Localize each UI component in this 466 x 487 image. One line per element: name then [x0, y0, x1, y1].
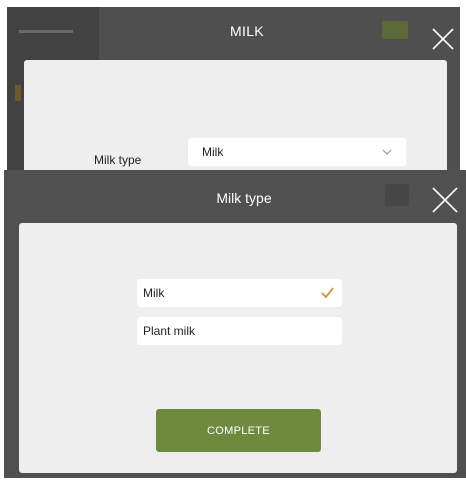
- dialog-title: Milk type: [216, 190, 272, 206]
- screen: MILK Milk type Milk Milk type Milk Plant…: [0, 0, 466, 487]
- option-plant-milk[interactable]: Plant milk: [137, 317, 342, 345]
- option-label: Plant milk: [143, 324, 196, 338]
- chevron-down-icon: [382, 149, 392, 155]
- milk-type-select[interactable]: Milk: [188, 138, 406, 166]
- screen-title: MILK: [230, 23, 264, 39]
- close-icon[interactable]: [431, 186, 459, 214]
- option-label: Milk: [143, 286, 165, 300]
- milk-type-label: Milk type: [94, 153, 142, 167]
- dialog-card: Milk Plant milk COMPLETE: [19, 223, 457, 473]
- milk-type-dialog: Milk type Milk Plant milk COMPLETE: [4, 170, 466, 478]
- sidebar-marker: [15, 85, 21, 101]
- milk-screen: MILK Milk type Milk: [7, 7, 460, 170]
- option-milk[interactable]: Milk: [137, 279, 342, 307]
- header-badge: [385, 184, 409, 206]
- header-badge: [382, 21, 408, 39]
- sidebar-item: [19, 30, 73, 33]
- complete-button[interactable]: COMPLETE: [156, 409, 321, 452]
- close-icon[interactable]: [431, 27, 455, 51]
- milk-type-value: Milk: [202, 145, 224, 159]
- settings-card: Milk type Milk: [24, 60, 447, 170]
- check-icon: [321, 287, 334, 299]
